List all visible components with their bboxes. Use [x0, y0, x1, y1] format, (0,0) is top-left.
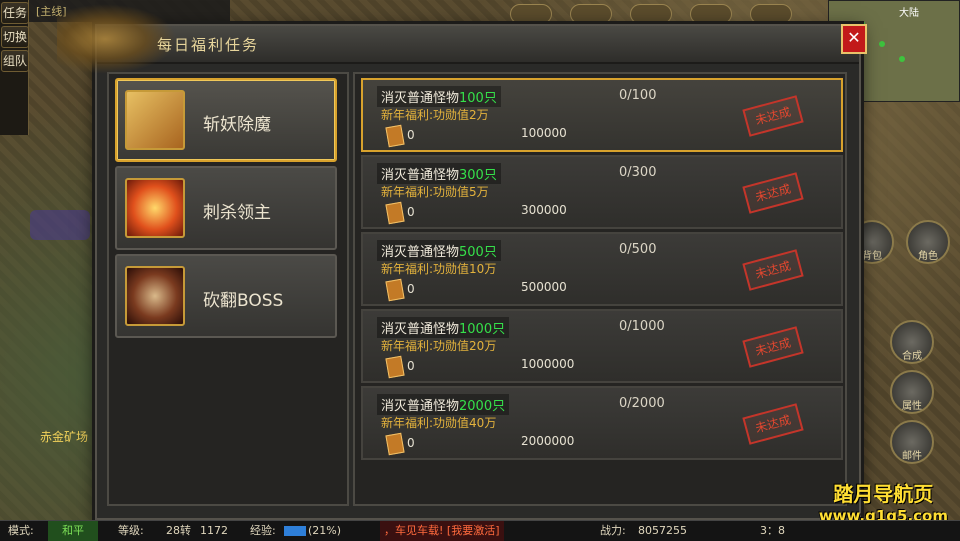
task-row[interactable]: 消灭普通怪物1000只 0/1000 新年福利:功勋值20万 0 1000000… [361, 309, 843, 383]
status-stamp: 未达成 [742, 326, 804, 368]
dialog-header: 每日福利任务 ✕ [57, 4, 867, 74]
watermark-title: 踏月导航页 [833, 482, 934, 506]
task-value: 300000 [521, 203, 567, 217]
exp-label: 经验: [250, 524, 276, 537]
task-progress: 0/1000 [619, 319, 665, 334]
tab-label: 刺杀领主 [203, 203, 271, 223]
close-button[interactable]: ✕ [841, 24, 867, 54]
level-value: 28转 [166, 524, 191, 537]
ticket-count: 0 [407, 282, 415, 296]
attribute-icon[interactable]: 属性 [890, 370, 934, 414]
task-name: 消灭普通怪物1000只 [377, 317, 510, 338]
dialog-title: 每日福利任务 [157, 36, 260, 54]
status-stamp: 未达成 [742, 403, 804, 445]
tab-category-2[interactable]: 刺杀领主 [115, 166, 337, 250]
task-value: 500000 [521, 280, 567, 294]
player-nameplate [30, 210, 90, 240]
activity-icon[interactable] [630, 4, 672, 24]
status-stamp: 未达成 [742, 172, 804, 214]
task-row[interactable]: 消灭普通怪物500只 0/500 新年福利:功勋值10万 0 500000 未达… [361, 232, 843, 306]
broadcast-text[interactable]: ，车见车载! [我要激活] [380, 521, 504, 541]
status-stamp: 未达成 [742, 95, 804, 137]
activity-icon[interactable] [690, 4, 732, 24]
mode-label: 模式: [8, 524, 34, 537]
task-reward: 新年福利:功勋值2万 [381, 108, 489, 122]
task-name: 消灭普通怪物2000只 [377, 394, 510, 415]
minimap-title: 大陆 [899, 8, 919, 19]
minimap-marker [899, 56, 905, 62]
status-stamp: 未达成 [742, 249, 804, 291]
character-icon[interactable]: 角色 [906, 220, 950, 264]
mail-icon[interactable]: 邮件 [890, 420, 934, 464]
ticket-icon [385, 432, 405, 456]
ticket-count: 0 [407, 205, 415, 219]
compose-icon[interactable]: 合成 [890, 320, 934, 364]
power-label: 战力: [600, 524, 626, 537]
tab-label: 砍翻BOSS [203, 291, 284, 311]
task-progress: 0/2000 [619, 396, 665, 411]
task-progress: 0/100 [619, 88, 657, 103]
task-row[interactable]: 消灭普通怪物300只 0/300 新年福利:功勋值5万 0 300000 未达成 [361, 155, 843, 229]
ticket-count: 0 [407, 359, 415, 373]
task-progress: 0/500 [619, 242, 657, 257]
task-value: 1000000 [521, 357, 575, 371]
scroll-icon [125, 90, 185, 150]
task-value: 100000 [521, 126, 567, 140]
status-bar: 模式: 和平 等级: 28转 1172 经验: (21%) ，车见车载! [我要… [0, 520, 960, 541]
activity-icon[interactable] [510, 4, 552, 24]
task-value: 2000000 [521, 434, 575, 448]
side-tab-switch[interactable]: 切换 [1, 26, 29, 48]
side-tab-team[interactable]: 组队 [1, 50, 29, 72]
exp-bar [284, 526, 306, 536]
level-label: 等级: [118, 524, 144, 537]
daily-welfare-dialog: 每日福利任务 ✕ 斩妖除魔 刺杀领主 砍翻BOSS 消灭普通怪物100只 0/1… [57, 4, 867, 520]
task-progress: 0/300 [619, 165, 657, 180]
tab-category-1[interactable]: 斩妖除魔 [115, 78, 337, 162]
site-watermark: 踏月导航页 www.q1q5.com [819, 478, 948, 525]
zone-label: 赤金矿场 [40, 430, 89, 444]
activity-icon[interactable] [750, 4, 792, 24]
task-name: 消灭普通怪物100只 [377, 86, 501, 107]
level-extra: 1172 [200, 524, 228, 537]
exp-percent: (21%) [308, 524, 342, 537]
minimap-marker [879, 41, 885, 47]
tab-label: 斩妖除魔 [203, 115, 271, 135]
left-side-menu: 任务 切换 组队 [0, 0, 29, 135]
task-list: 消灭普通怪物100只 0/100 新年福利:功勋值2万 0 100000 未达成… [353, 72, 847, 506]
right-action-icons: 背包 角色 合成 邮件 属性 [850, 220, 960, 510]
task-row[interactable]: 消灭普通怪物100只 0/100 新年福利:功勋值2万 0 100000 未达成 [361, 78, 843, 152]
ticket-icon [385, 201, 405, 225]
phoenix-icon [125, 178, 185, 238]
demon-skull-icon [125, 266, 185, 326]
power-value: 8057255 [638, 524, 687, 537]
ticket-count: 0 [407, 436, 415, 450]
task-reward: 新年福利:功勋值20万 [381, 339, 497, 353]
mode-value[interactable]: 和平 [48, 521, 98, 541]
task-name: 消灭普通怪物300只 [377, 163, 501, 184]
ticket-icon [385, 278, 405, 302]
ticket-icon [385, 355, 405, 379]
task-name: 消灭普通怪物500只 [377, 240, 501, 261]
task-reward: 新年福利:功勋值5万 [381, 185, 489, 199]
tab-category-3[interactable]: 砍翻BOSS [115, 254, 337, 338]
task-row[interactable]: 消灭普通怪物2000只 0/2000 新年福利:功勋值40万 0 2000000… [361, 386, 843, 460]
ticket-count: 0 [407, 128, 415, 142]
side-tab-task[interactable]: 任务 [1, 2, 29, 24]
task-reward: 新年福利:功勋值10万 [381, 262, 497, 276]
clock-time: 3：8 [760, 524, 785, 537]
task-reward: 新年福利:功勋值40万 [381, 416, 497, 430]
ticket-icon [385, 124, 405, 148]
category-list: 斩妖除魔 刺杀领主 砍翻BOSS [107, 72, 349, 506]
activity-icon[interactable] [570, 4, 612, 24]
